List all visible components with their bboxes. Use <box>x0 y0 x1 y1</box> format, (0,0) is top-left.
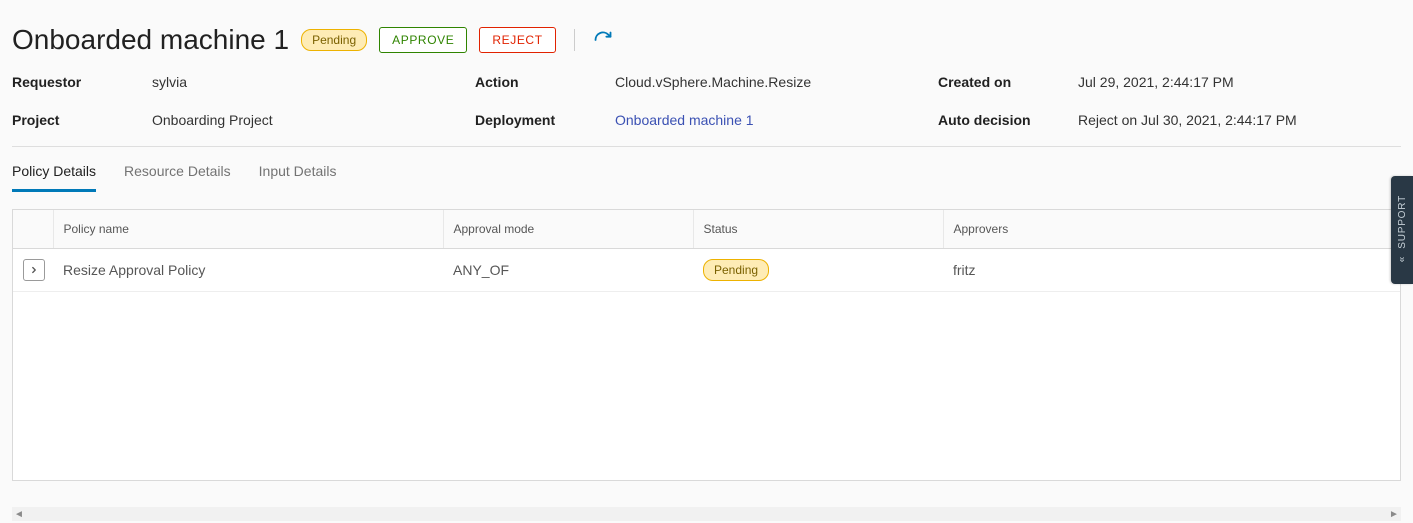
expand-row-button[interactable] <box>23 259 45 281</box>
status-badge: Pending <box>301 29 367 51</box>
action-label: Action <box>475 74 615 90</box>
cell-approval-mode: ANY_OF <box>443 249 693 292</box>
column-approval-mode[interactable]: Approval mode <box>443 210 693 249</box>
tabs: Policy Details Resource Details Input De… <box>0 147 1413 191</box>
chevron-right-icon <box>29 265 39 275</box>
cell-approvers: fritz <box>943 249 1400 292</box>
divider <box>574 29 575 51</box>
scroll-left-icon[interactable]: ◄ <box>12 507 26 521</box>
row-status-badge: Pending <box>703 259 769 281</box>
created-on-value: Jul 29, 2021, 2:44:17 PM <box>1078 74 1401 90</box>
table-row: Resize Approval Policy ANY_OF Pending fr… <box>13 249 1400 292</box>
page-title: Onboarded machine 1 <box>12 24 289 56</box>
deployment-label: Deployment <box>475 112 615 128</box>
reject-button[interactable]: REJECT <box>479 27 555 53</box>
tab-policy-details[interactable]: Policy Details <box>12 157 96 192</box>
scroll-right-icon[interactable]: ► <box>1387 507 1401 521</box>
chevron-up-icon: « <box>1397 257 1408 263</box>
tab-resource-details[interactable]: Resource Details <box>124 157 231 191</box>
project-value: Onboarding Project <box>152 112 475 128</box>
deployment-link[interactable]: Onboarded machine 1 <box>615 112 938 128</box>
page-header: Onboarded machine 1 Pending APPROVE REJE… <box>0 0 1413 68</box>
created-on-label: Created on <box>938 74 1078 90</box>
approve-button[interactable]: APPROVE <box>379 27 467 53</box>
cell-policy-name: Resize Approval Policy <box>53 249 443 292</box>
auto-decision-label: Auto decision <box>938 112 1078 128</box>
refresh-icon[interactable] <box>593 30 613 50</box>
support-label: SUPPORT <box>1397 195 1408 249</box>
requestor-value: sylvia <box>152 74 475 90</box>
column-policy-name[interactable]: Policy name <box>53 210 443 249</box>
column-approvers[interactable]: Approvers <box>943 210 1400 249</box>
project-label: Project <box>12 112 152 128</box>
requestor-label: Requestor <box>12 74 152 90</box>
action-value: Cloud.vSphere.Machine.Resize <box>615 74 938 90</box>
horizontal-scrollbar[interactable]: ◄ ► <box>12 507 1401 521</box>
policy-grid: Policy name Approval mode Status Approve… <box>12 209 1401 481</box>
column-expand <box>13 210 53 249</box>
column-status[interactable]: Status <box>693 210 943 249</box>
table-header-row: Policy name Approval mode Status Approve… <box>13 210 1400 249</box>
tab-input-details[interactable]: Input Details <box>259 157 337 191</box>
meta-grid: Requestor sylvia Action Cloud.vSphere.Ma… <box>0 68 1413 146</box>
auto-decision-value: Reject on Jul 30, 2021, 2:44:17 PM <box>1078 112 1401 128</box>
support-tab[interactable]: SUPPORT « <box>1391 176 1413 284</box>
